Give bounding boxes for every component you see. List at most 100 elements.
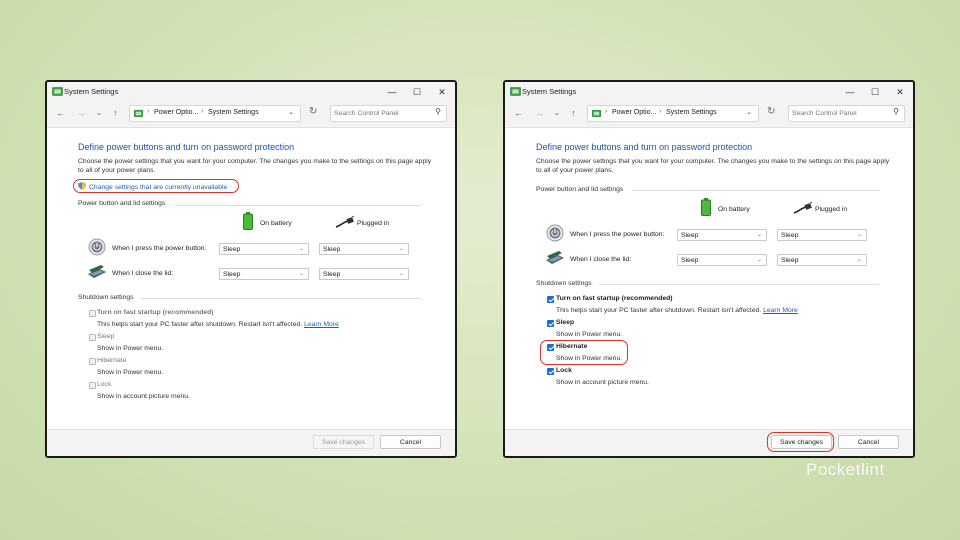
- fast-startup-checkbox[interactable]: [89, 310, 96, 317]
- chevron-down-icon: ⌄: [856, 232, 862, 238]
- forward-arrow-icon[interactable]: →: [77, 108, 86, 118]
- breadcrumb-system-settings[interactable]: System Settings: [666, 109, 717, 116]
- search-input[interactable]: [792, 108, 887, 119]
- power-button-battery-value: Sleep: [223, 246, 241, 253]
- back-arrow-icon[interactable]: ←: [514, 108, 523, 118]
- chevron-down-icon[interactable]: ⌄: [96, 109, 102, 117]
- plugged-in-header: Plugged in: [357, 220, 390, 227]
- maximize-icon[interactable]: ☐: [864, 82, 886, 102]
- breadcrumb-separator: ›: [201, 108, 204, 115]
- lock-label: Lock: [556, 367, 572, 374]
- refresh-icon[interactable]: ↻: [309, 106, 317, 117]
- shutdown-group-label: Shutdown settings: [78, 294, 134, 301]
- search-icon[interactable]: ⚲: [435, 107, 441, 116]
- content-area: Define power buttons and turn on passwor…: [47, 128, 455, 456]
- window-title: System Settings: [522, 87, 577, 96]
- fast-startup-desc-text: This helps start your PC faster after sh…: [97, 321, 303, 328]
- lid-plugged-select[interactable]: Sleep ⌄: [319, 268, 409, 280]
- navigation-bar: ← → ⌄ ↑ › Power Optio... › System Settin…: [505, 102, 913, 128]
- page-title: Define power buttons and turn on passwor…: [536, 142, 753, 152]
- power-button-plugged-select[interactable]: Sleep ⌄: [319, 243, 409, 255]
- address-bar[interactable]: › Power Optio... › System Settings ⌄: [587, 105, 759, 122]
- fast-startup-description: This helps start your PC faster after sh…: [97, 321, 339, 328]
- cancel-button[interactable]: Cancel: [838, 435, 899, 449]
- search-input[interactable]: [334, 108, 429, 119]
- chevron-down-icon: ⌄: [398, 246, 404, 252]
- search-box[interactable]: ⚲: [330, 105, 447, 122]
- chevron-down-icon: ⌄: [756, 257, 762, 263]
- address-bar[interactable]: › Power Optio... › System Settings ⌄: [129, 105, 301, 122]
- hibernate-checkbox[interactable]: [89, 358, 96, 365]
- forward-arrow-icon[interactable]: →: [535, 108, 544, 118]
- sleep-checkbox[interactable]: [89, 334, 96, 341]
- fast-startup-checkbox[interactable]: [547, 296, 554, 303]
- maximize-icon[interactable]: ☐: [406, 82, 428, 102]
- power-button-battery-select[interactable]: Sleep ⌄: [219, 243, 309, 255]
- on-battery-header: On battery: [260, 220, 292, 227]
- breadcrumb-separator: ›: [147, 108, 150, 115]
- search-icon[interactable]: ⚲: [893, 107, 899, 116]
- power-button-icon: [88, 238, 106, 256]
- divider: [599, 284, 879, 285]
- power-button-plugged-select[interactable]: Sleep ⌄: [777, 229, 867, 241]
- highlight-circle: [767, 432, 834, 452]
- search-box[interactable]: ⚲: [788, 105, 905, 122]
- chevron-down-icon[interactable]: ⌄: [554, 109, 560, 117]
- lock-checkbox[interactable]: [547, 368, 554, 375]
- lid-battery-value: Sleep: [223, 271, 241, 278]
- breadcrumb-system-settings[interactable]: System Settings: [208, 109, 259, 116]
- save-changes-button[interactable]: Save changes: [313, 435, 374, 449]
- button-footer: Save changes Cancel: [47, 429, 455, 456]
- divider: [175, 205, 421, 206]
- power-button-battery-select[interactable]: Sleep ⌄: [677, 229, 767, 241]
- learn-more-link[interactable]: Learn More: [763, 307, 798, 314]
- plug-icon: [793, 202, 813, 214]
- chevron-down-icon[interactable]: ⌄: [746, 108, 752, 116]
- breadcrumb-separator: ›: [605, 108, 608, 115]
- minimize-icon[interactable]: —: [839, 82, 861, 102]
- title-bar: System Settings — ☐ ✕: [47, 82, 455, 102]
- power-button-label: When I press the power button:: [570, 231, 665, 238]
- close-icon[interactable]: ✕: [431, 82, 453, 102]
- laptop-lid-icon: [546, 251, 564, 264]
- system-settings-window-before: System Settings — ☐ ✕ ← → ⌄ ↑ › Power Op…: [45, 80, 457, 458]
- sleep-checkbox[interactable]: [547, 320, 554, 327]
- lid-plugged-select[interactable]: Sleep ⌄: [777, 254, 867, 266]
- window-title: System Settings: [64, 87, 119, 96]
- lock-checkbox[interactable]: [89, 382, 96, 389]
- chevron-down-icon: ⌄: [398, 271, 404, 277]
- cancel-button[interactable]: Cancel: [380, 435, 441, 449]
- up-arrow-icon[interactable]: ↑: [571, 108, 576, 118]
- fast-startup-description: This helps start your PC faster after sh…: [556, 307, 798, 314]
- minimize-icon[interactable]: —: [381, 82, 403, 102]
- power-button-label: When I press the power button:: [112, 245, 207, 252]
- close-icon[interactable]: ✕: [889, 82, 911, 102]
- chevron-down-icon: ⌄: [298, 246, 304, 252]
- refresh-icon[interactable]: ↻: [767, 106, 775, 117]
- learn-more-link[interactable]: Learn More: [304, 321, 339, 328]
- breadcrumb-power-options[interactable]: Power Optio...: [612, 109, 656, 116]
- page-description: Choose the power settings that you want …: [536, 158, 890, 174]
- control-panel-icon: [510, 87, 521, 96]
- battery-icon: [701, 198, 711, 216]
- lid-close-label: When I close the lid:: [570, 256, 632, 263]
- control-panel-icon: [591, 109, 602, 118]
- highlight-circle: [73, 179, 239, 193]
- highlight-circle: [540, 340, 628, 365]
- sleep-description: Show in Power menu.: [556, 331, 623, 338]
- hibernate-label: Hibernate: [97, 357, 127, 364]
- lock-description: Show in account picture menu.: [97, 393, 190, 400]
- back-arrow-icon[interactable]: ←: [56, 108, 65, 118]
- chevron-down-icon[interactable]: ⌄: [288, 108, 294, 116]
- power-button-icon: [546, 224, 564, 242]
- up-arrow-icon[interactable]: ↑: [113, 108, 118, 118]
- lid-battery-select[interactable]: Sleep ⌄: [677, 254, 767, 266]
- lid-plugged-value: Sleep: [781, 257, 799, 264]
- sleep-label: Sleep: [556, 319, 575, 326]
- breadcrumb-power-options[interactable]: Power Optio...: [154, 109, 198, 116]
- control-panel-icon: [133, 109, 144, 118]
- sleep-description: Show in Power menu.: [97, 345, 164, 352]
- power-button-plugged-value: Sleep: [323, 246, 341, 253]
- divider: [141, 298, 421, 299]
- lid-battery-select[interactable]: Sleep ⌄: [219, 268, 309, 280]
